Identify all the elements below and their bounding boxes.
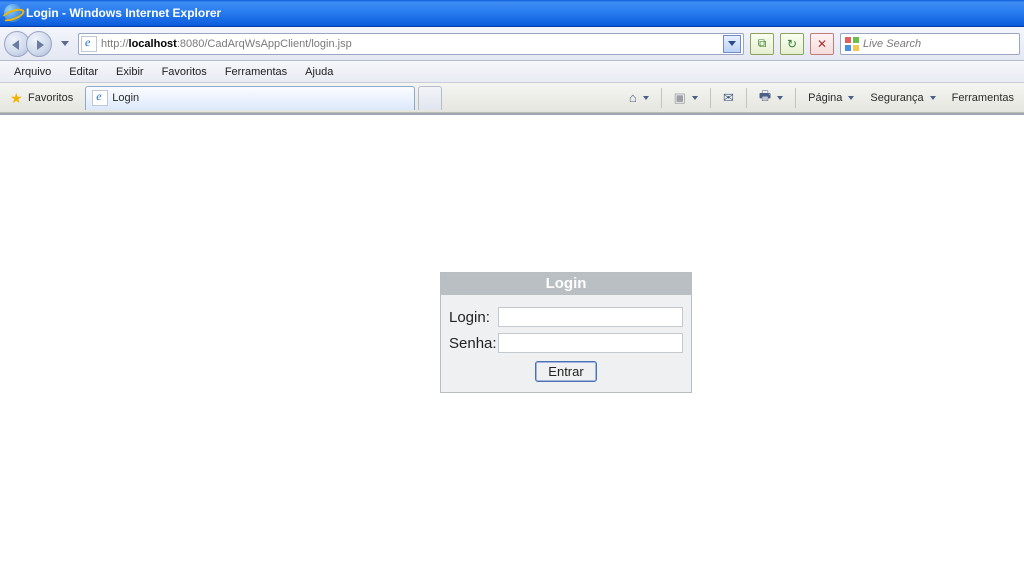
menu-help[interactable]: Ajuda: [297, 64, 341, 80]
feeds-button[interactable]: ▣: [668, 83, 704, 112]
tab-page-icon: [92, 90, 108, 106]
menu-tools[interactable]: Ferramentas: [217, 64, 295, 80]
separator: [746, 88, 747, 108]
tools-menu[interactable]: Ferramentas: [946, 83, 1020, 112]
tab-login[interactable]: Login: [85, 86, 415, 110]
new-tab-button[interactable]: [418, 86, 442, 110]
separator: [795, 88, 796, 108]
search-placeholder: Live Search: [863, 38, 921, 50]
compatibility-view-button[interactable]: ⧉: [750, 33, 774, 55]
url-text: http://localhost:8080/CadArqWsAppClient/…: [101, 38, 719, 50]
star-icon: ★: [10, 91, 24, 105]
ie-logo-icon: [4, 4, 22, 22]
password-label: Senha:: [449, 335, 498, 352]
submit-button[interactable]: Entrar: [535, 361, 596, 382]
search-box[interactable]: Live Search: [840, 33, 1020, 55]
rss-icon: ▣: [674, 90, 686, 106]
refresh-icon: ↻: [787, 37, 797, 51]
menu-edit[interactable]: Editar: [61, 64, 106, 80]
window-titlebar: Login - Windows Internet Explorer: [0, 0, 1024, 27]
login-input[interactable]: [498, 307, 683, 327]
address-dropdown[interactable]: [723, 35, 741, 53]
login-panel-title: Login: [441, 273, 691, 295]
safety-menu[interactable]: Segurança: [864, 83, 941, 112]
favorites-label: Favoritos: [28, 92, 73, 104]
print-icon: 🖶: [759, 87, 771, 109]
page-viewport: Login Login: Senha: Entrar: [0, 113, 1024, 576]
login-label: Login:: [449, 309, 498, 326]
refresh-button[interactable]: ↻: [780, 33, 804, 55]
mail-icon: ✉: [723, 90, 734, 106]
address-bar[interactable]: http://localhost:8080/CadArqWsAppClient/…: [78, 33, 744, 55]
password-input[interactable]: [498, 333, 683, 353]
page-menu-label: Página: [808, 92, 842, 104]
compat-icon: ⧉: [758, 36, 767, 51]
favorites-button[interactable]: ★ Favoritos: [4, 89, 79, 107]
page-menu[interactable]: Página: [802, 83, 860, 112]
stop-button[interactable]: ✕: [810, 33, 834, 55]
navigation-toolbar: http://localhost:8080/CadArqWsAppClient/…: [0, 27, 1024, 61]
menu-view[interactable]: Exibir: [108, 64, 152, 80]
separator: [710, 88, 711, 108]
read-mail-button[interactable]: ✉: [717, 83, 740, 112]
home-icon: ⌂: [629, 90, 637, 105]
recent-pages-dropdown[interactable]: [58, 31, 72, 57]
home-button[interactable]: ⌂: [623, 83, 655, 112]
forward-button[interactable]: [26, 31, 52, 57]
stop-icon: ✕: [817, 37, 827, 51]
tools-menu-label: Ferramentas: [952, 92, 1014, 104]
safety-menu-label: Segurança: [870, 92, 923, 104]
login-panel: Login Login: Senha: Entrar: [440, 272, 692, 393]
separator: [661, 88, 662, 108]
print-button[interactable]: 🖶: [753, 83, 789, 112]
windows-flag-icon: [845, 37, 859, 51]
menu-bar: Arquivo Editar Exibir Favoritos Ferramen…: [0, 61, 1024, 83]
page-icon: [81, 36, 97, 52]
menu-favorites[interactable]: Favoritos: [154, 64, 215, 80]
tab-title: Login: [112, 92, 139, 104]
menu-file[interactable]: Arquivo: [6, 64, 59, 80]
command-bar: ★ Favoritos Login ⌂ ▣ ✉ 🖶 Página Seguran…: [0, 83, 1024, 113]
window-title: Login - Windows Internet Explorer: [26, 6, 221, 20]
